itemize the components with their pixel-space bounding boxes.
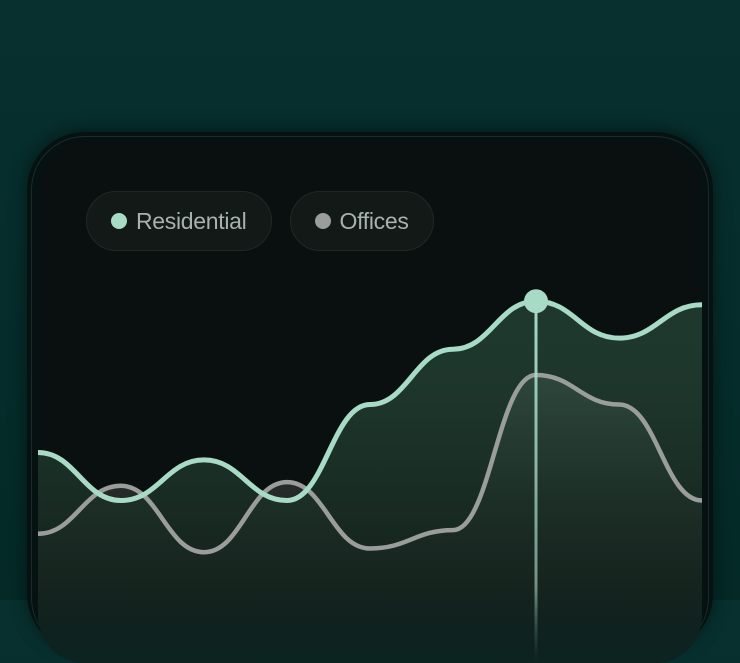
- highlight-point[interactable]: [524, 289, 548, 314]
- point-offices-7: [617, 403, 621, 407]
- legend-label-offices: Offices: [339, 207, 409, 234]
- legend-pill-residential[interactable]: Residential: [86, 191, 272, 251]
- area-residential: [38, 301, 702, 663]
- point-residential-5: [451, 347, 455, 351]
- point-offices-5: [451, 528, 455, 532]
- point-residential-2: [202, 458, 206, 462]
- point-residential-7: [617, 336, 621, 340]
- point-offices-2: [202, 550, 206, 554]
- legend-dot-offices: [314, 213, 331, 229]
- point-residential-3: [285, 499, 289, 503]
- point-residential-4: [368, 403, 372, 407]
- legend-pill-offices[interactable]: Offices: [289, 191, 434, 251]
- point-offices-1: [119, 484, 123, 488]
- legend-dot-residential: [111, 213, 127, 229]
- highlight-line: [534, 301, 538, 663]
- legend: Residential Offices: [86, 191, 434, 251]
- series-areas: [38, 301, 702, 663]
- chart-screen: Residential Offices: [38, 143, 702, 663]
- point-offices-3: [285, 480, 289, 484]
- device-frame: Residential Offices: [27, 132, 713, 663]
- point-residential-1: [119, 499, 123, 503]
- legend-label-residential: Residential: [136, 207, 247, 234]
- point-offices-4: [368, 547, 372, 551]
